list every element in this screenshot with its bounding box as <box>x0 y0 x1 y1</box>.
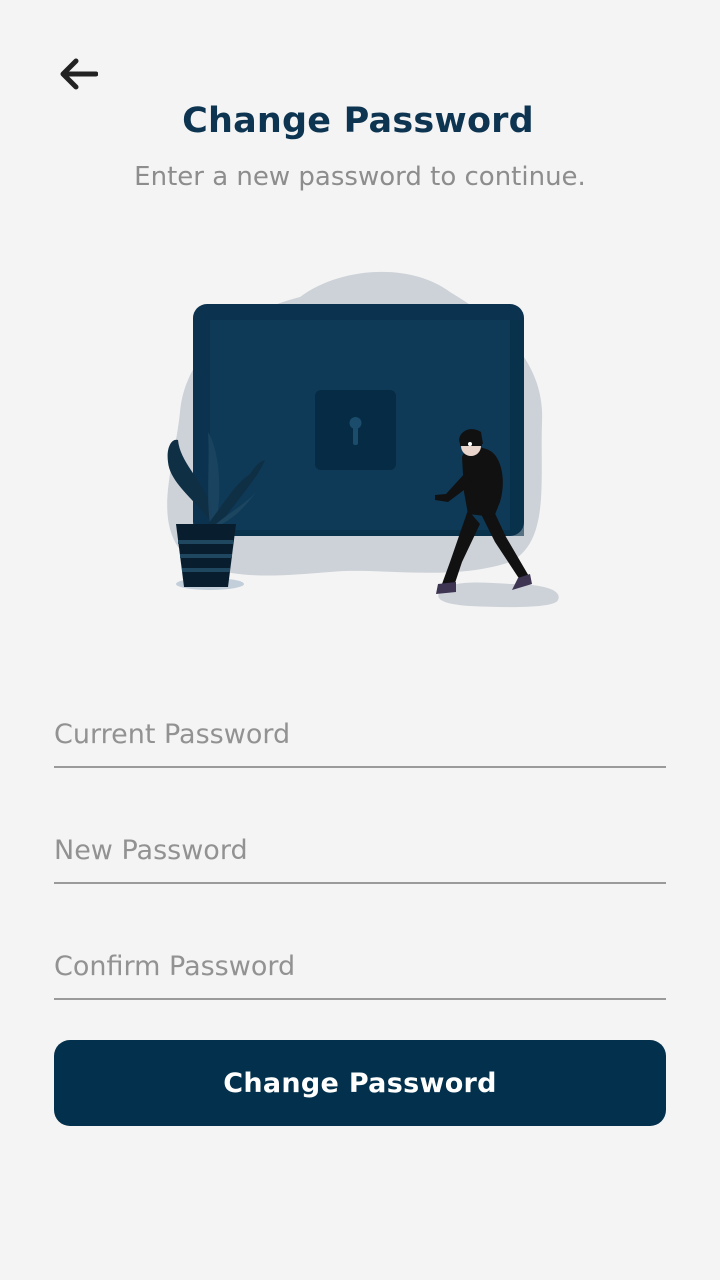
new-password-field[interactable] <box>54 818 666 884</box>
arrow-left-icon <box>58 56 98 92</box>
back-button[interactable] <box>52 50 104 98</box>
page-title: Change Password <box>182 101 534 141</box>
confirm-password-field[interactable] <box>54 934 666 1000</box>
new-password-input[interactable] <box>54 818 666 882</box>
page-subtitle: Enter a new password to continue. <box>134 162 586 192</box>
current-password-field[interactable] <box>54 702 666 768</box>
locked-screen-thief-illustration <box>150 262 570 622</box>
change-password-button[interactable]: Change Password <box>54 1040 666 1126</box>
confirm-password-input[interactable] <box>54 934 666 998</box>
current-password-input[interactable] <box>54 702 666 766</box>
